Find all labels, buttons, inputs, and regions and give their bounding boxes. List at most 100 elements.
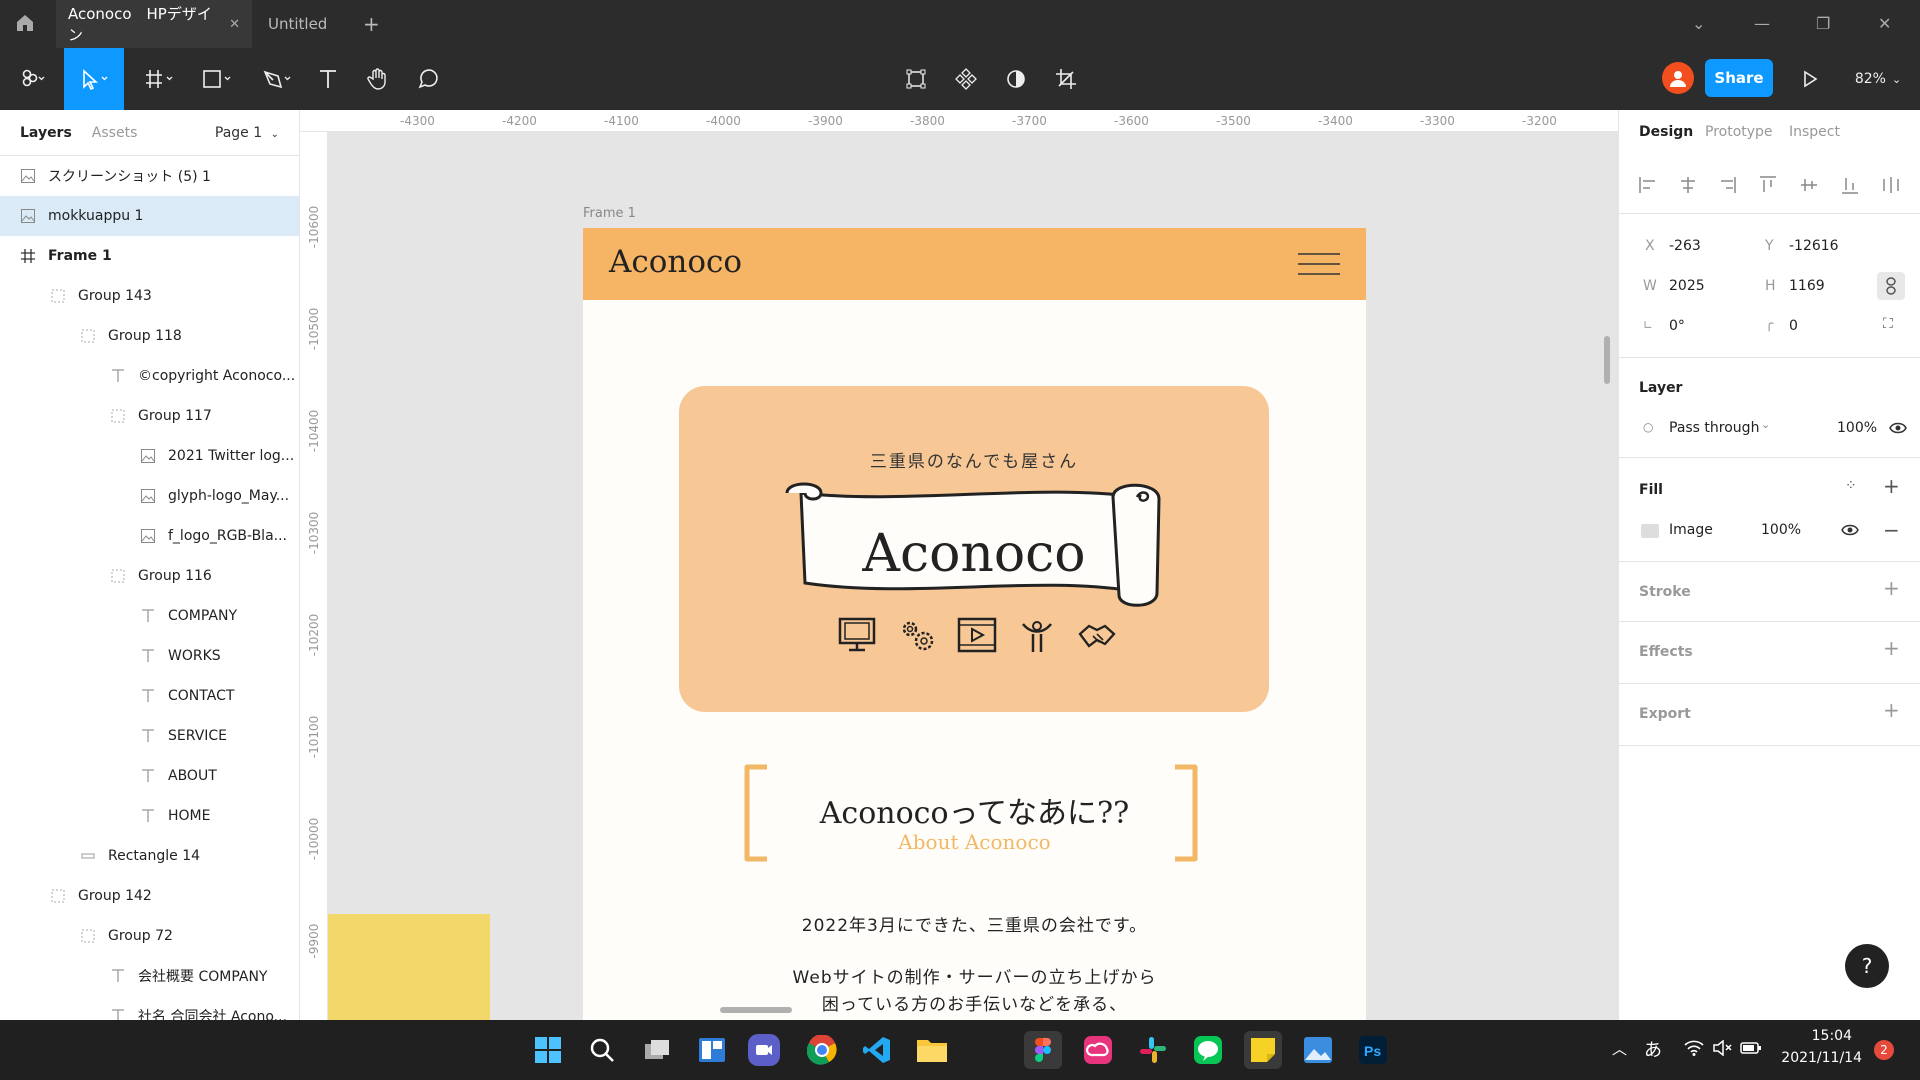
photos-icon[interactable] [1299, 1031, 1337, 1069]
add-export-icon[interactable]: + [1883, 698, 1900, 722]
hand-tool-icon[interactable] [358, 48, 398, 110]
vertical-scrollbar[interactable] [1604, 336, 1610, 384]
minimize-icon[interactable]: — [1754, 14, 1770, 33]
height-input[interactable]: 1169 [1789, 278, 1825, 294]
layer-row[interactable]: 2021 Twitter log... [0, 436, 299, 476]
tab-aconoco-hp-design[interactable]: Aconoco HPデザイン ✕ [56, 0, 252, 48]
layer-row[interactable]: 社名 合同会社 Acono... [0, 996, 299, 1020]
tab-assets[interactable]: Assets [92, 125, 138, 141]
blend-mode-select[interactable]: Pass through [1669, 420, 1759, 436]
layer-row[interactable]: glyph-logo_May... [0, 476, 299, 516]
layer-row[interactable]: Group 116 [0, 556, 299, 596]
layer-row[interactable]: ABOUT [0, 756, 299, 796]
add-effect-icon[interactable]: + [1883, 636, 1900, 660]
chevron-down-icon[interactable]: ⌄ [1692, 14, 1705, 33]
restore-icon[interactable]: ❐ [1816, 14, 1830, 33]
layer-row[interactable]: HOME [0, 796, 299, 836]
rectangle-tool-icon[interactable] [194, 48, 242, 110]
avatar[interactable] [1662, 62, 1694, 94]
create-component-icon[interactable] [946, 48, 986, 110]
ime-indicator[interactable]: あ [1644, 1036, 1662, 1062]
width-input[interactable]: 2025 [1669, 278, 1705, 294]
vscode-icon[interactable] [858, 1031, 896, 1069]
teams-chat-icon[interactable] [748, 1034, 780, 1066]
add-fill-icon[interactable]: + [1883, 474, 1900, 498]
sticky-notes-icon[interactable] [1244, 1031, 1282, 1069]
photoshop-icon[interactable]: Ps [1354, 1031, 1392, 1069]
layer-row[interactable]: Group 118 [0, 316, 299, 356]
text-tool-icon[interactable] [308, 48, 348, 110]
rotation-input[interactable]: 0° [1669, 318, 1685, 334]
tab-prototype[interactable]: Prototype [1705, 124, 1773, 140]
fill-styles-icon[interactable]: ⁘ [1845, 478, 1857, 494]
tab-layers[interactable]: Layers [20, 125, 72, 141]
page-selector[interactable]: Page 1 ⌄ [215, 125, 279, 141]
tab-untitled[interactable]: Untitled [268, 0, 327, 48]
windows-start-icon[interactable] [529, 1031, 567, 1069]
horizontal-scrollbar[interactable] [720, 1007, 792, 1013]
layer-row[interactable]: Group 143 [0, 276, 299, 316]
add-stroke-icon[interactable]: + [1883, 576, 1900, 600]
move-tool-icon[interactable] [64, 48, 124, 110]
mask-icon[interactable] [996, 48, 1036, 110]
image-fill-swatch[interactable] [1641, 524, 1659, 538]
layer-row[interactable]: Rectangle 14 [0, 836, 299, 876]
slack-icon[interactable] [1134, 1031, 1172, 1069]
layer-row[interactable]: Group 72 [0, 916, 299, 956]
component-select-icon[interactable] [896, 48, 936, 110]
chrome-icon[interactable] [803, 1031, 841, 1069]
fill-opacity-input[interactable]: 100% [1761, 522, 1801, 538]
eye-icon[interactable] [1841, 524, 1859, 536]
layer-row[interactable]: Frame 1 [0, 236, 299, 276]
task-view-icon[interactable] [638, 1031, 676, 1069]
zoom-dropdown[interactable]: 82% ⌄ [1846, 48, 1910, 110]
notification-badge[interactable]: 2 [1874, 1040, 1894, 1060]
layer-row[interactable]: Group 142 [0, 876, 299, 916]
layer-row[interactable]: SERVICE [0, 716, 299, 756]
frame-label[interactable]: Frame 1 [583, 206, 636, 221]
line-icon[interactable] [1189, 1031, 1227, 1069]
layer-row[interactable]: 会社概要 COMPANY [0, 956, 299, 996]
present-play-icon[interactable] [1790, 48, 1830, 110]
layer-row[interactable]: mokkuappu 1 [0, 196, 299, 236]
layer-row[interactable]: CONTACT [0, 676, 299, 716]
close-tab-icon[interactable]: ✕ [229, 17, 240, 32]
canvas[interactable]: Frame 1 Aconoco 三重県のなんでも屋さん Aconoco Acon… [328, 132, 1618, 1020]
widgets-icon[interactable] [693, 1031, 731, 1069]
help-button[interactable]: ? [1845, 944, 1889, 988]
yellow-sticky-rectangle[interactable] [328, 914, 490, 1020]
comment-tool-icon[interactable] [408, 48, 448, 110]
fill-type[interactable]: Image [1669, 522, 1713, 538]
frame-1[interactable]: Aconoco 三重県のなんでも屋さん Aconoco Aconocoってなあに… [583, 228, 1366, 1020]
independent-corners-icon[interactable]: ⛶ [1883, 316, 1893, 332]
layer-row[interactable]: スクリーンショット (5) 1 [0, 156, 299, 196]
search-icon[interactable] [583, 1031, 621, 1069]
frame-tool-icon[interactable] [136, 48, 184, 110]
wifi-icon[interactable] [1684, 1040, 1704, 1056]
tab-inspect[interactable]: Inspect [1789, 124, 1840, 140]
clock-date[interactable]: 2021/11/14 [1772, 1050, 1862, 1066]
alignment-icons[interactable] [1639, 176, 1899, 194]
eye-icon[interactable] [1889, 422, 1907, 434]
corner-radius-input[interactable]: 0 [1789, 318, 1798, 334]
add-tab-icon[interactable]: + [363, 12, 380, 36]
tab-design[interactable]: Design [1639, 124, 1693, 140]
main-menu-icon[interactable] [8, 48, 56, 110]
y-input[interactable]: -12616 [1789, 238, 1839, 254]
battery-icon[interactable] [1740, 1040, 1762, 1056]
layer-opacity-input[interactable]: 100% [1837, 420, 1877, 436]
file-explorer-icon[interactable] [913, 1031, 951, 1069]
constrain-proportions-icon[interactable] [1877, 272, 1905, 300]
speaker-muted-icon[interactable] [1712, 1040, 1732, 1056]
creative-cloud-icon[interactable] [1079, 1031, 1117, 1069]
layer-row[interactable]: WORKS [0, 636, 299, 676]
chevron-up-icon[interactable]: ︿ [1612, 1038, 1627, 1059]
home-icon[interactable] [14, 12, 36, 38]
remove-fill-icon[interactable]: − [1883, 518, 1900, 542]
share-button[interactable]: Share [1705, 59, 1773, 97]
clock-time[interactable]: 15:04 [1772, 1028, 1852, 1044]
layer-row[interactable]: Group 117 [0, 396, 299, 436]
crop-icon[interactable] [1046, 48, 1086, 110]
layer-row[interactable]: f_logo_RGB-Bla... [0, 516, 299, 556]
layer-row[interactable]: ©copyright Aconoco... [0, 356, 299, 396]
